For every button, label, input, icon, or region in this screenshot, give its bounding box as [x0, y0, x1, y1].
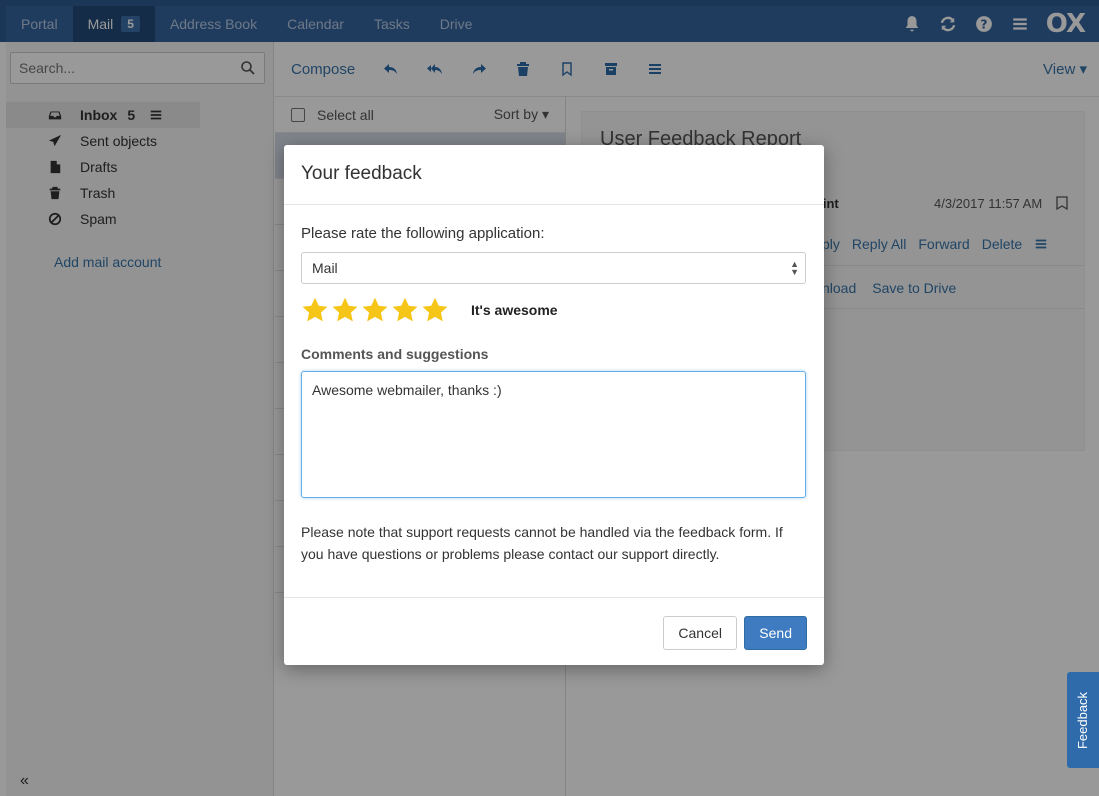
dialog-footer: Cancel Send	[284, 597, 824, 665]
star-icon[interactable]	[391, 296, 419, 324]
feedback-side-tab[interactable]: Feedback	[1067, 672, 1099, 768]
send-button[interactable]: Send	[744, 616, 807, 650]
star-icon[interactable]	[361, 296, 389, 324]
star-rating: It's awesome	[301, 294, 807, 326]
feedback-tab-label: Feedback	[1075, 691, 1091, 749]
dialog-header: Your feedback	[284, 145, 824, 205]
cancel-button[interactable]: Cancel	[663, 616, 737, 650]
dialog-body: Please rate the following application: M…	[284, 205, 824, 565]
comments-textarea[interactable]: Awesome webmailer, thanks :)	[301, 371, 806, 498]
select-arrows-icon: ▲ ▼	[790, 259, 799, 277]
star-icon[interactable]	[331, 296, 359, 324]
star-icon[interactable]	[301, 296, 329, 324]
star-icon[interactable]	[421, 296, 449, 324]
feedback-dialog: Your feedback Please rate the following …	[284, 145, 824, 665]
dialog-title: Your feedback	[301, 163, 422, 184]
support-note: Please note that support requests cannot…	[301, 524, 783, 562]
comments-label: Comments and suggestions	[301, 346, 489, 362]
rate-label: Please rate the following application:	[301, 225, 545, 242]
application-select-value: Mail	[312, 260, 338, 276]
application-select[interactable]: Mail ▲ ▼	[301, 252, 806, 284]
rating-text: It's awesome	[471, 302, 558, 318]
